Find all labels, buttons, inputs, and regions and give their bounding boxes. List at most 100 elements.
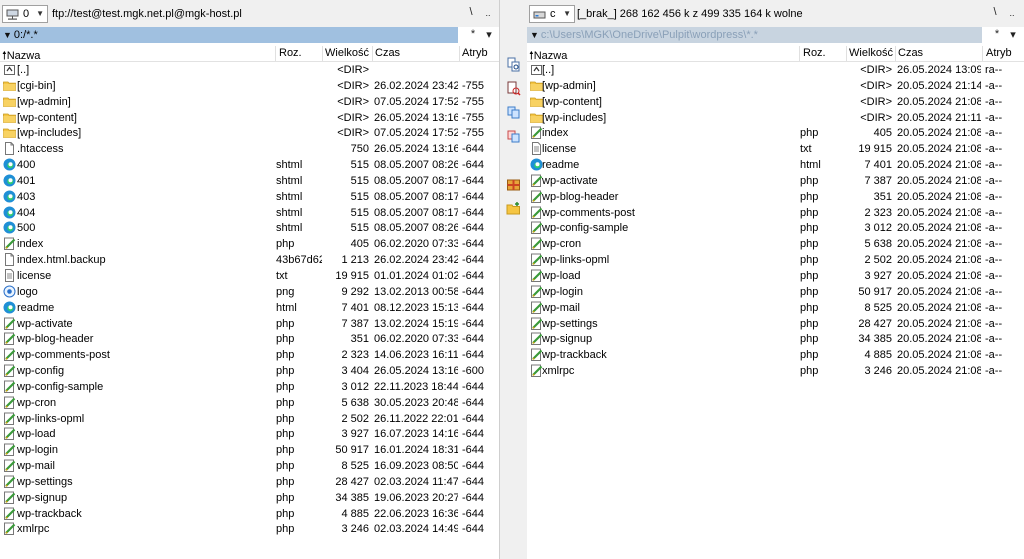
compare-content-button[interactable] (506, 81, 521, 96)
file-attr: -644 (462, 491, 485, 504)
file-date: 26.02.2024 23:42 (374, 79, 458, 92)
file-row[interactable]: [wp-content] <DIR> 20.05.2024 21:08 -a-- (527, 94, 1024, 110)
history-button[interactable]: * (466, 28, 480, 40)
move-files-button[interactable] (506, 129, 521, 144)
file-row[interactable]: [wp-admin] <DIR> 20.05.2024 21:14 -a-- (527, 78, 1024, 94)
file-row[interactable]: [wp-content] <DIR> 26.05.2024 13:16 -755 (0, 110, 499, 126)
file-name: logo (17, 285, 38, 298)
drive-bar: 0 ▼ ftp://test@test.mgk.net.pl@mgk-host.… (0, 0, 499, 27)
compare-files-button[interactable] (506, 57, 521, 72)
file-row[interactable]: [wp-includes] <DIR> 20.05.2024 21:11 -a-- (527, 110, 1024, 126)
pack-files-button[interactable] (506, 177, 521, 192)
file-row[interactable]: wp-signup php 34 385 19.06.2023 20:27 -644 (0, 490, 499, 506)
file-row[interactable]: wp-cron php 5 638 30.05.2023 20:48 -644 (0, 395, 499, 411)
file-date: 20.05.2024 21:11 (897, 111, 981, 124)
file-row[interactable]: wp-settings php 28 427 20.05.2024 21:08 -a-- (527, 316, 1024, 332)
file-row[interactable]: 400 shtml 515 08.05.2007 08:26 -644 (0, 157, 499, 173)
file-date: 01.01.2024 01:02 (374, 269, 458, 282)
parent-dir-button[interactable]: .. (1004, 8, 1020, 18)
file-row[interactable]: [..] <DIR> 26.05.2024 13:09 ra-- (527, 62, 1024, 78)
column-size[interactable]: Wielkość (325, 47, 369, 59)
column-attr[interactable]: Atryb (462, 47, 488, 59)
drive-select[interactable]: c ▼ (529, 5, 575, 23)
file-row[interactable]: [..] <DIR> (0, 62, 499, 78)
file-row[interactable]: wp-config-sample php 3 012 20.05.2024 21:08… (527, 220, 1024, 236)
drive-select[interactable]: 0 ▼ (2, 5, 48, 23)
file-row[interactable]: license txt 19 915 01.01.2024 01:02 -644 (0, 268, 499, 284)
file-row[interactable]: readme html 7 401 08.12.2023 15:13 -644 (0, 300, 499, 316)
file-list: [..] <DIR> 26.05.2024 13:09 ra-- [wp-admin] <… (527, 62, 1024, 379)
file-date: 22.06.2023 16:36 (374, 507, 458, 520)
new-folder-button[interactable] (506, 201, 521, 216)
file-row[interactable]: 404 shtml 515 08.05.2007 08:17 -644 (0, 205, 499, 221)
history-button[interactable]: * (990, 28, 1004, 40)
file-row[interactable]: wp-cron php 5 638 20.05.2024 21:08 -a-- (527, 236, 1024, 252)
file-ext: php (276, 475, 295, 488)
file-row[interactable]: [wp-includes] <DIR> 07.05.2024 17:52 -755 (0, 125, 499, 141)
file-row[interactable]: wp-links-opml php 2 502 26.11.2022 22:01 -64… (0, 411, 499, 427)
file-row[interactable]: wp-comments-post php 2 323 14.06.2023 16:11… (0, 347, 499, 363)
file-row[interactable]: wp-login php 50 917 16.01.2024 18:31 -644 (0, 442, 499, 458)
file-row[interactable]: index php 405 06.02.2020 07:33 -644 (0, 236, 499, 252)
file-row[interactable]: wp-settings php 28 427 02.03.2024 11:47 -644 (0, 474, 499, 490)
file-row[interactable]: wp-blog-header php 351 06.02.2020 07:33 -644 (0, 331, 499, 347)
file-date: 16.09.2023 08:50 (374, 460, 458, 473)
file-row[interactable]: wp-mail php 8 525 20.05.2024 21:08 -a-- (527, 300, 1024, 316)
file-row[interactable]: 401 shtml 515 08.05.2007 08:17 -644 (0, 173, 499, 189)
current-path[interactable]: ▼ 0:/*.* (0, 27, 458, 43)
file-row[interactable]: wp-links-opml php 2 502 20.05.2024 21:08 -a-… (527, 252, 1024, 268)
column-ext[interactable]: Roz. (803, 47, 826, 59)
file-row[interactable]: logo png 9 292 13.02.2013 00:58 -644 (0, 284, 499, 300)
edge-icon (3, 190, 16, 203)
column-date[interactable]: Czas (898, 47, 923, 59)
current-path[interactable]: ▼ c:\Users\MGK\OneDrive\Pulpit\wordpress… (527, 27, 982, 43)
root-dir-button[interactable]: \ (463, 6, 479, 18)
file-size: 405 (873, 127, 892, 140)
file-row[interactable]: wp-trackback php 4 885 20.05.2024 21:08 -a-- (527, 347, 1024, 363)
file-row[interactable]: license txt 19 915 20.05.2024 21:08 -a-- (527, 141, 1024, 157)
file-ext: php (276, 317, 295, 330)
hotlist-button[interactable]: ▾ (482, 28, 496, 41)
parent-dir-button[interactable]: .. (480, 8, 496, 18)
file-row[interactable]: index php 405 20.05.2024 21:08 -a-- (527, 125, 1024, 141)
file-row[interactable]: index.html.backup 43b67d625.. 1 213 26.02.2… (0, 252, 499, 268)
file-name: wp-trackback (17, 507, 82, 520)
file-row[interactable]: wp-comments-post php 2 323 20.05.2024 21:08… (527, 205, 1024, 221)
column-attr[interactable]: Atryb (986, 47, 1012, 59)
file-row[interactable]: wp-activate php 7 387 20.05.2024 21:08 -a-- (527, 173, 1024, 189)
file-row[interactable]: wp-config php 3 404 26.05.2024 13:16 -600 (0, 363, 499, 379)
column-date[interactable]: Czas (375, 47, 400, 59)
file-row[interactable]: wp-load php 3 927 16.07.2023 14:16 -644 (0, 426, 499, 442)
hotlist-button[interactable]: ▾ (1006, 28, 1020, 41)
file-row[interactable]: wp-mail php 8 525 16.09.2023 08:50 -644 (0, 458, 499, 474)
folder-icon (3, 111, 16, 124)
file-date: 07.05.2024 17:52 (374, 127, 458, 140)
compare-files-icon (506, 57, 521, 72)
file-ext: php (276, 396, 295, 409)
column-size[interactable]: Wielkość (849, 47, 893, 59)
file-name: index (542, 127, 569, 140)
file-row[interactable]: wp-login php 50 917 20.05.2024 21:08 -a-- (527, 284, 1024, 300)
root-dir-button[interactable]: \ (987, 6, 1003, 18)
file-ext: php (276, 238, 295, 251)
file-row[interactable]: wp-trackback php 4 885 22.06.2023 16:36 -644 (0, 506, 499, 522)
file-size: 5 638 (864, 238, 892, 251)
file-row[interactable]: 403 shtml 515 08.05.2007 08:17 -644 (0, 189, 499, 205)
file-row[interactable]: wp-signup php 34 385 20.05.2024 21:08 -a-- (527, 331, 1024, 347)
file-row[interactable]: .htaccess 750 26.05.2024 13:16 -644 (0, 141, 499, 157)
file-row[interactable]: [cgi-bin] <DIR> 26.02.2024 23:42 -755 (0, 78, 499, 94)
file-row[interactable]: readme html 7 401 20.05.2024 21:08 -a-- (527, 157, 1024, 173)
chevron-down-icon: ▼ (36, 9, 44, 18)
file-row[interactable]: 500 shtml 515 08.05.2007 08:26 -644 (0, 220, 499, 236)
edge-icon (3, 221, 16, 234)
file-row[interactable]: xmlrpc php 3 246 20.05.2024 21:08 -a-- (527, 363, 1024, 379)
copy-files-button[interactable] (506, 105, 521, 120)
file-icon (3, 253, 16, 267)
file-row[interactable]: [wp-admin] <DIR> 07.05.2024 17:52 -755 (0, 94, 499, 110)
file-row[interactable]: wp-config-sample php 3 012 22.11.2023 18:44… (0, 379, 499, 395)
file-row[interactable]: xmlrpc php 3 246 02.03.2024 14:49 -644 (0, 521, 499, 537)
file-row[interactable]: wp-load php 3 927 20.05.2024 21:08 -a-- (527, 268, 1024, 284)
column-ext[interactable]: Roz. (279, 47, 302, 59)
file-row[interactable]: wp-blog-header php 351 20.05.2024 21:08 -a-- (527, 189, 1024, 205)
file-row[interactable]: wp-activate php 7 387 13.02.2024 15:19 -644 (0, 316, 499, 332)
